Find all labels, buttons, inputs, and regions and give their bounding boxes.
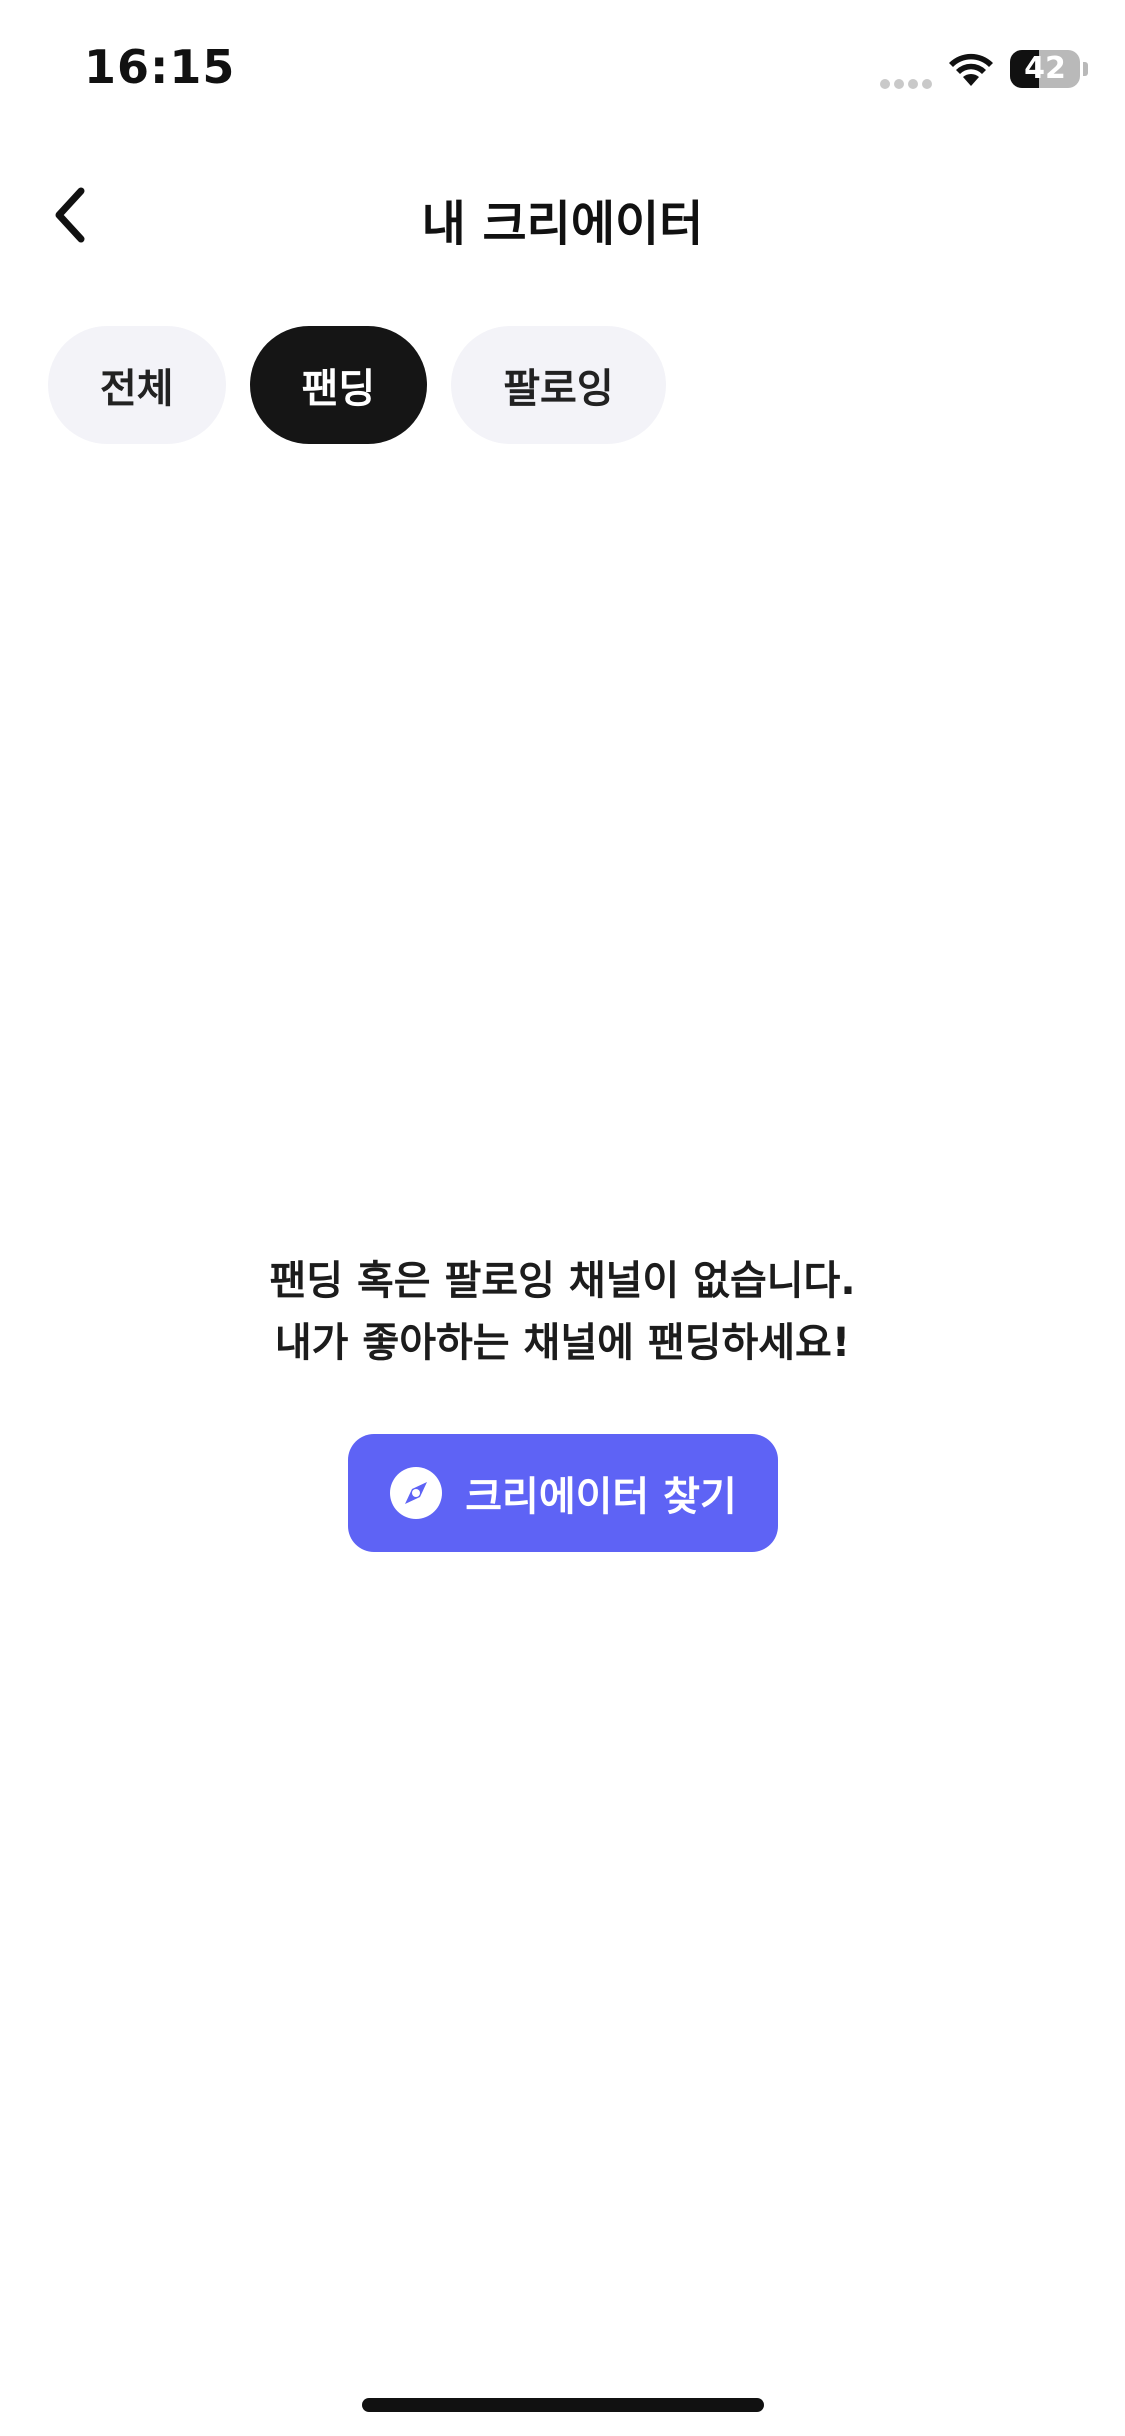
filter-tabs: 전체 팬딩 팔로잉 [48, 326, 666, 444]
status-bar: 16:15 42 [0, 0, 1125, 140]
battery-nub [1083, 62, 1088, 76]
empty-state-line-1: 팬딩 혹은 팔로잉 채널이 없습니다. [269, 1258, 856, 1304]
wifi-icon [949, 53, 993, 86]
battery-level: 42 [1024, 51, 1066, 86]
page-title: 내 크리에이터 [421, 196, 704, 252]
empty-state-message: 팬딩 혹은 팔로잉 채널이 없습니다. 내가 좋아하는 채널에 팬딩하세요! [0, 1250, 1125, 1374]
header: 내 크리에이터 [0, 160, 1125, 270]
tab-fanding[interactable]: 팬딩 [249, 326, 428, 444]
compass-icon [390, 1467, 443, 1519]
tab-all[interactable]: 전체 [48, 326, 226, 444]
cellular-signal-icon [880, 74, 936, 89]
status-time: 16:15 [84, 40, 236, 94]
home-indicator[interactable] [362, 2398, 764, 2412]
find-creator-label: 크리에이터 찾기 [465, 1474, 737, 1520]
empty-state-line-2: 내가 좋아하는 채널에 팬딩하세요! [274, 1320, 851, 1366]
screen: 16:15 42 내 크리에이터 전체 팬딩 팔로잉 팬딩 혹은 팔로잉 채널이 [0, 0, 1125, 2436]
battery-icon: 42 [1010, 50, 1080, 88]
find-creator-button[interactable]: 크리에이터 찾기 [348, 1434, 778, 1552]
tab-following[interactable]: 팔로잉 [451, 326, 666, 444]
